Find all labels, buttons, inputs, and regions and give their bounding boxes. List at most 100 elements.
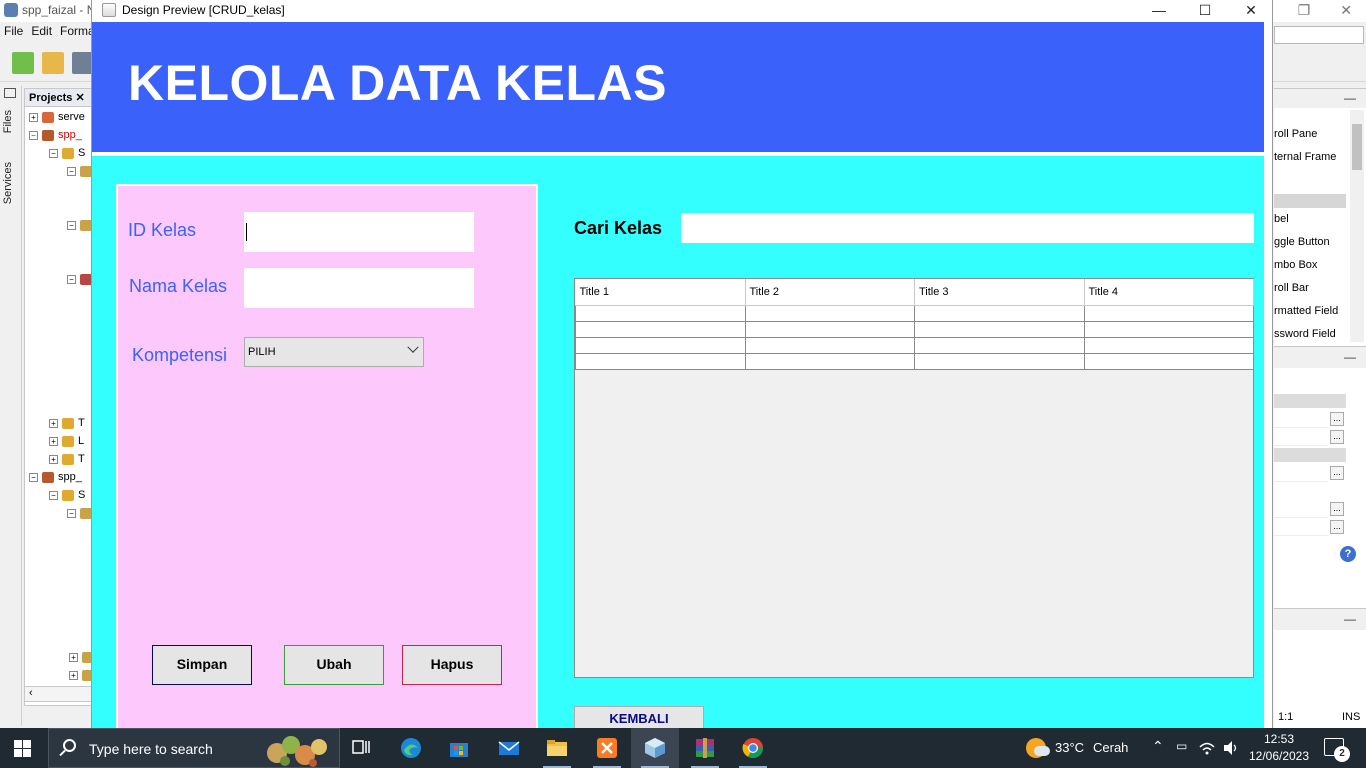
tree-item[interactable]: + T [49, 417, 85, 429]
table-cell[interactable] [914, 320, 1085, 338]
volume-icon[interactable] [1222, 740, 1240, 756]
property-value[interactable] [1274, 502, 1328, 518]
table-row[interactable] [575, 336, 1254, 354]
tree-item[interactable]: + L [49, 435, 84, 447]
property-edit-button[interactable]: ... [1330, 520, 1344, 534]
column-header[interactable]: Title 4 [1084, 279, 1254, 306]
column-header[interactable]: Title 3 [914, 279, 1085, 306]
collapse-icon[interactable]: − [49, 148, 58, 158]
meet-now-icon[interactable]: ▭ [1176, 739, 1187, 768]
collapse-icon[interactable]: − [29, 472, 38, 482]
tree-item[interactable]: − [67, 507, 91, 519]
help-icon[interactable]: ? [1340, 546, 1356, 562]
property-edit-button[interactable]: ... [1330, 466, 1344, 480]
projects-hscroll[interactable]: ‹ [24, 686, 92, 702]
tree-item[interactable]: + serve [29, 111, 85, 123]
table-cell[interactable] [914, 304, 1085, 322]
property-edit-button[interactable]: ... [1330, 430, 1344, 444]
tree-item[interactable]: − [67, 219, 91, 231]
collapse-icon[interactable]: − [67, 508, 76, 518]
tree-item[interactable]: − S [49, 489, 85, 501]
tree-item[interactable]: + T [49, 453, 85, 465]
minimize-icon[interactable]: — [1344, 350, 1356, 364]
tree-item[interactable]: + [69, 651, 91, 663]
side-tab-services[interactable]: Services [2, 162, 14, 204]
taskbar-edge[interactable] [387, 728, 435, 768]
task-view-button[interactable] [337, 728, 385, 768]
tree-item[interactable]: − spp_ [29, 471, 82, 483]
taskbar-xampp[interactable] [583, 728, 631, 768]
column-header[interactable]: Title 1 [575, 279, 746, 306]
palette-item[interactable]: bel [1274, 213, 1289, 225]
table-cell[interactable] [1083, 320, 1254, 338]
property-edit-button[interactable]: ... [1330, 502, 1344, 516]
table-cell[interactable] [744, 320, 915, 338]
collapse-icon[interactable]: − [67, 220, 76, 230]
new-project-icon[interactable] [42, 52, 64, 74]
column-header[interactable]: Title 2 [745, 279, 915, 306]
table-cell[interactable] [744, 336, 915, 354]
ide-restore-icon[interactable]: ❐ [1298, 2, 1311, 19]
close-button[interactable]: ✕ [1228, 0, 1274, 22]
palette-item[interactable]: rmatted Field [1274, 305, 1338, 317]
weather-temperature[interactable]: 33°C [1055, 740, 1084, 758]
palette-item[interactable]: roll Pane [1274, 128, 1317, 140]
property-value[interactable] [1274, 466, 1328, 482]
palette-item[interactable]: roll Bar [1274, 282, 1309, 294]
taskbar-store[interactable] [435, 728, 483, 768]
palette-category[interactable] [1274, 194, 1346, 208]
table-cell[interactable] [575, 304, 746, 322]
tree-item[interactable]: − S [49, 147, 85, 159]
palette-item[interactable]: ssword Field [1274, 328, 1336, 340]
window-layout-icon[interactable] [4, 88, 16, 98]
tree-item[interactable]: − [67, 165, 91, 177]
table-cell[interactable] [914, 352, 1085, 370]
palette-scrollbar[interactable] [1350, 110, 1364, 342]
hapus-button[interactable]: Hapus [402, 645, 502, 685]
chevron-up-icon[interactable]: ⌃ [1152, 738, 1164, 768]
table-cell[interactable] [1083, 352, 1254, 370]
tree-item[interactable]: − [67, 273, 91, 285]
taskbar-winrar[interactable] [681, 728, 729, 768]
taskbar-file-explorer[interactable] [533, 728, 581, 768]
new-file-icon[interactable] [12, 52, 34, 74]
table-cell[interactable] [1083, 304, 1254, 322]
table-row[interactable] [575, 352, 1254, 370]
palette-item[interactable]: mbo Box [1274, 259, 1317, 271]
wifi-icon[interactable] [1198, 740, 1216, 756]
property-value[interactable] [1274, 412, 1328, 428]
palette-item[interactable]: ggle Button [1274, 236, 1330, 248]
minimize-icon[interactable]: — [1344, 91, 1356, 105]
tree-item[interactable]: + [69, 669, 91, 681]
menu-edit[interactable]: Edit [31, 24, 52, 44]
taskbar-netbeans[interactable] [631, 728, 679, 768]
table-cell[interactable] [914, 336, 1085, 354]
tree-item[interactable]: − spp_ [29, 129, 82, 141]
expand-icon[interactable]: + [49, 454, 58, 464]
table-cell[interactable] [1083, 336, 1254, 354]
taskbar-search[interactable]: Type here to search [48, 728, 340, 768]
ide-quick-search[interactable] [1274, 26, 1364, 44]
expand-icon[interactable]: + [49, 436, 58, 446]
expand-icon[interactable]: + [69, 652, 78, 662]
ubah-button[interactable]: Ubah [284, 645, 384, 685]
table-row[interactable] [575, 320, 1254, 338]
table-row[interactable] [575, 304, 1254, 322]
taskbar-mail[interactable] [485, 728, 533, 768]
property-value[interactable] [1274, 430, 1328, 446]
simpan-button[interactable]: Simpan [152, 645, 252, 685]
nama-kelas-input[interactable] [244, 268, 474, 308]
kelas-table[interactable]: Title 1 Title 2 Title 3 Title 4 [574, 278, 1254, 678]
kompetensi-select[interactable]: PILIH [244, 337, 424, 367]
menu-format[interactable]: Forma [60, 24, 95, 44]
expand-icon[interactable]: + [49, 418, 58, 428]
collapse-icon[interactable]: − [67, 274, 76, 284]
collapse-icon[interactable]: − [29, 130, 38, 140]
cari-kelas-input[interactable] [681, 213, 1254, 243]
palette-item[interactable]: ternal Frame [1274, 151, 1336, 163]
collapse-icon[interactable]: − [49, 490, 58, 500]
system-clock[interactable]: 12:53 12/06/2023 [1248, 731, 1310, 765]
scroll-thumb[interactable] [1352, 124, 1362, 170]
table-cell[interactable] [575, 352, 746, 370]
property-value[interactable] [1274, 520, 1328, 536]
